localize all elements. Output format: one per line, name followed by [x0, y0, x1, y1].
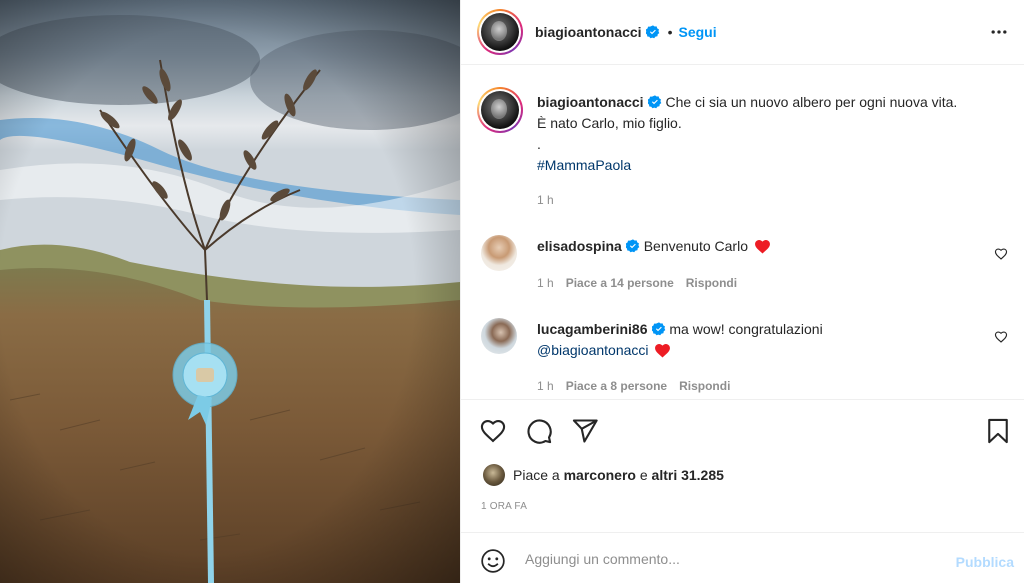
red-heart-icon: [754, 239, 770, 254]
caption-body: biagioantonacci Che ci sia un nuovo albe…: [537, 92, 980, 176]
comment-likes[interactable]: Piace a 8 persone: [566, 379, 667, 393]
comments-section: biagioantonacci Che ci sia un nuovo albe…: [461, 65, 1024, 398]
commenter-username[interactable]: elisadospina: [537, 238, 622, 254]
like-comment-heart-icon[interactable]: [994, 247, 1008, 261]
liker-avatar[interactable]: [483, 464, 505, 486]
red-heart-icon: [655, 343, 671, 358]
caption-meta: 1 h: [537, 193, 566, 207]
header-separator: •: [667, 24, 673, 40]
comment-time[interactable]: 1 h: [537, 379, 554, 393]
author-avatar[interactable]: [481, 13, 519, 51]
like-comment-heart-icon[interactable]: [994, 330, 1008, 344]
comment-row: lucagamberini86 ma wow! congratulazioni …: [477, 318, 1008, 398]
hashtag-link[interactable]: #MammaPaola: [537, 155, 980, 176]
reply-button[interactable]: Rispondi: [686, 276, 737, 290]
olive-tree-photo: [0, 0, 460, 583]
post-photo[interactable]: [0, 0, 460, 583]
comment-icon[interactable]: [525, 417, 553, 445]
add-comment-bar: Pubblica: [461, 532, 1024, 583]
comment-text: Benvenuto Carlo: [643, 238, 748, 254]
reply-button[interactable]: Rispondi: [679, 379, 730, 393]
likes-others[interactable]: altri 31.285: [652, 467, 724, 483]
share-icon[interactable]: [571, 417, 599, 445]
mention-link[interactable]: @biagioantonacci: [537, 342, 649, 358]
caption-time[interactable]: 1 h: [537, 193, 554, 207]
caption-avatar[interactable]: [481, 91, 519, 129]
verified-badge-icon: [647, 95, 661, 109]
commenter-username[interactable]: lucagamberini86: [537, 321, 648, 337]
commenter-avatar[interactable]: [481, 318, 517, 354]
comment-row: elisadospina Benvenuto Carlo 1 h Piace a …: [477, 235, 1008, 305]
post-time-ago[interactable]: 1 ORA FA: [481, 501, 527, 512]
post-header: biagioantonacci • Segui: [461, 0, 1024, 65]
bookmark-icon[interactable]: [984, 417, 1012, 445]
comment-meta: 1 h Piace a 8 persone Rispondi: [537, 379, 742, 393]
more-options-icon[interactable]: [988, 22, 1010, 42]
caption-username[interactable]: biagioantonacci: [537, 94, 644, 110]
post-side-panel: biagioantonacci • Segui biagioantonacci …: [460, 0, 1024, 583]
publish-button[interactable]: Pubblica: [956, 554, 1014, 570]
caption-avatar-ring[interactable]: [477, 87, 523, 133]
comment-meta: 1 h Piace a 14 persone Rispondi: [537, 276, 749, 290]
likes-summary: Piace a marconero e altri 31.285: [483, 464, 724, 486]
comment-body: elisadospina Benvenuto Carlo: [537, 236, 980, 257]
verified-badge-icon: [625, 239, 640, 253]
heart-icon[interactable]: [479, 417, 507, 445]
caption-line-1: Che ci sia un nuovo albero per ogni nuov…: [665, 94, 958, 110]
comment-likes[interactable]: Piace a 14 persone: [566, 276, 674, 290]
verified-badge-icon: [651, 322, 665, 336]
likes-prefix: Piace a: [513, 467, 560, 483]
liker-username[interactable]: marconero: [564, 467, 636, 483]
post-actions: Piace a marconero e altri 31.285 1 ORA F…: [461, 399, 1024, 532]
comment-time[interactable]: 1 h: [537, 276, 554, 290]
likes-conj: e: [639, 467, 648, 483]
author-avatar-ring[interactable]: [477, 9, 523, 55]
comment-input[interactable]: [525, 547, 925, 571]
caption-row: biagioantonacci Che ci sia un nuovo albe…: [477, 87, 1008, 217]
follow-button[interactable]: Segui: [678, 24, 716, 40]
instagram-post: biagioantonacci • Segui biagioantonacci …: [0, 0, 1024, 583]
author-username[interactable]: biagioantonacci: [535, 24, 642, 40]
comment-body: lucagamberini86 ma wow! congratulazioni …: [537, 319, 980, 361]
comment-text: ma wow! congratulazioni: [669, 321, 823, 337]
emoji-icon[interactable]: [480, 548, 506, 574]
commenter-avatar[interactable]: [481, 235, 517, 271]
caption-dot: .: [537, 136, 541, 152]
caption-line-2: È nato Carlo, mio figlio.: [537, 115, 682, 131]
verified-badge-icon: [645, 25, 659, 39]
